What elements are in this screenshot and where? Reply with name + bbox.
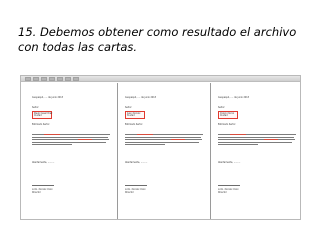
merge-field-highlight <box>44 134 60 135</box>
letter-page-2: Guayaquil, …. de junio 2013 Señor: Juan … <box>122 89 208 219</box>
body-text-line <box>32 141 106 143</box>
body-text-line <box>218 141 292 143</box>
toolbar-button[interactable] <box>65 77 71 81</box>
merge-field-address: Juan Xxxxxx Ciudad <box>125 111 145 119</box>
letter-signature-title: Director <box>218 191 227 194</box>
toolbar-button[interactable] <box>73 77 79 81</box>
letter-salutation: Estimado Señor: <box>218 123 236 126</box>
body-text-line <box>218 144 258 146</box>
merge-field-highlight <box>137 134 153 135</box>
letter-closing: Atentamente, ……… <box>125 161 148 164</box>
letter-closing: Atentamente, ……… <box>32 161 55 164</box>
page-separator <box>210 83 211 219</box>
letter-signature-title: Director <box>32 191 41 194</box>
body-text-line <box>32 144 72 146</box>
signature-rule <box>32 185 54 186</box>
letter-date: Guayaquil, …. de junio 2013 <box>218 96 250 99</box>
document-preview-window: Guayaquil, …. de junio 2013 Señor: Paulo… <box>20 75 301 220</box>
body-text-line <box>125 141 199 143</box>
toolbar-button[interactable] <box>57 77 63 81</box>
letter-greeting: Señor: <box>218 106 226 109</box>
body-text-line <box>32 136 108 138</box>
page-area: Guayaquil, …. de junio 2013 Señor: Paulo… <box>21 83 300 219</box>
address-line: Ciudad <box>34 114 42 118</box>
merge-field-highlight <box>171 139 185 140</box>
toolbar-button[interactable] <box>41 77 47 81</box>
letter-page-1: Guayaquil, …. de junio 2013 Señor: Paulo… <box>29 89 115 219</box>
merge-field-address: Paulo Cesar Diaz Ciudad <box>32 111 52 119</box>
toolbar-button[interactable] <box>25 77 31 81</box>
letter-closing: Atentamente, ……… <box>218 161 241 164</box>
slide-title: 15. Debemos obtener como resultado el ar… <box>18 25 297 54</box>
toolbar-button[interactable] <box>33 77 39 81</box>
merge-field-highlight <box>78 139 92 140</box>
address-line: Ciudad <box>220 114 228 118</box>
body-text-line <box>218 139 295 140</box>
body-text-line <box>125 136 201 138</box>
body-text-line <box>125 144 165 146</box>
address-line: Ciudad <box>127 114 135 118</box>
merge-field-highlight <box>264 139 278 140</box>
signature-rule <box>218 185 240 186</box>
letter-greeting: Señor: <box>32 106 40 109</box>
letter-greeting: Señor: <box>125 106 133 109</box>
page-separator <box>117 83 118 219</box>
body-text-line <box>218 136 294 138</box>
merge-field-highlight <box>230 134 246 135</box>
letter-page-3: Guayaquil, …. de junio 2013 Señor: Xxxxx… <box>215 89 300 219</box>
letter-signature-title: Director <box>125 191 134 194</box>
preview-toolbar <box>21 76 300 82</box>
letter-salutation: Estimado Señor: <box>125 123 143 126</box>
letter-salutation: Estimado Señor: <box>32 123 50 126</box>
letter-date: Guayaquil, …. de junio 2013 <box>125 96 157 99</box>
body-text-line <box>32 139 109 140</box>
body-text-line <box>125 139 202 140</box>
signature-rule <box>125 185 147 186</box>
letter-date: Guayaquil, …. de junio 2013 <box>32 96 64 99</box>
merge-field-address: Xxxxx Xxxxx Ciudad <box>218 111 238 119</box>
toolbar-button[interactable] <box>49 77 55 81</box>
